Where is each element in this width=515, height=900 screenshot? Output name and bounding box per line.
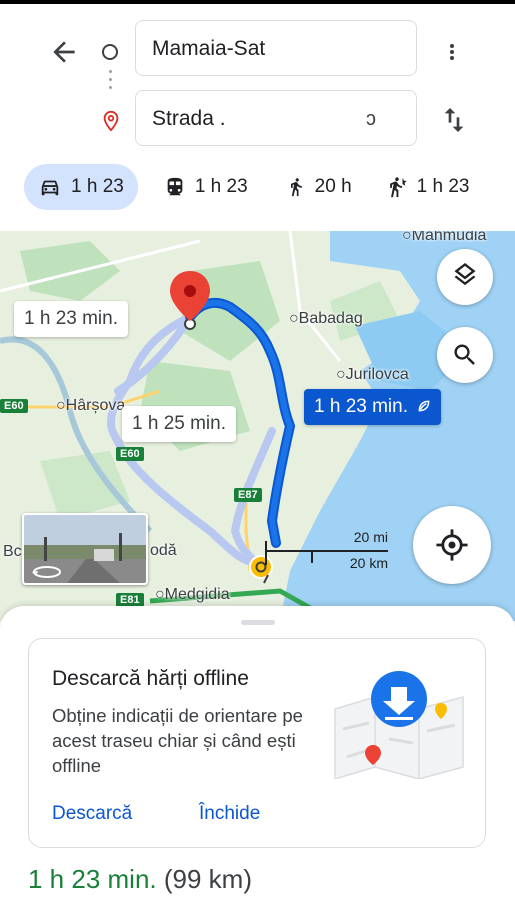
- destination-text: Strada .: [152, 107, 226, 130]
- sheet-drag-handle[interactable]: [241, 620, 275, 625]
- offline-card-body: Obține indicații de orientare pe acest t…: [52, 705, 303, 776]
- offline-map-illustration: [334, 671, 464, 779]
- tab-transit-label: 1 h 23: [194, 176, 248, 197]
- walk-icon: [290, 178, 302, 197]
- search-icon: [454, 344, 475, 365]
- road-shield-e87: E87: [234, 488, 262, 502]
- route-alt-label-2[interactable]: 1 h 25 min.: [122, 406, 236, 442]
- place-mahmudia[interactable]: ○Mahmudia: [402, 231, 486, 245]
- road-shield-e81: E81: [116, 593, 144, 607]
- offline-maps-card: Descarcă hărți offline Obține indicații …: [28, 638, 486, 848]
- summary-distance: (99 km): [163, 864, 252, 894]
- destination-tail: ɔ: [361, 108, 376, 130]
- route-alt-label-1[interactable]: 1 h 23 min.: [14, 301, 128, 337]
- origin-input[interactable]: Mamaia-Sat: [135, 20, 417, 76]
- my-location-button[interactable]: [413, 506, 491, 584]
- tab-rideshare-label: 1 h 23: [416, 176, 470, 197]
- close-button[interactable]: Închide: [199, 803, 260, 825]
- road-shield-e60: E60: [0, 399, 28, 413]
- rideshare-icon: [389, 177, 407, 198]
- map-view[interactable]: ○Mahmudia ○Babadag ○Jurilovca ○Hârșova ○…: [0, 231, 515, 621]
- destination-input[interactable]: Strada . ɔ: [135, 90, 417, 146]
- road-shield-e60: E60: [116, 447, 144, 461]
- place-medgidia[interactable]: ○Medgidia: [155, 586, 230, 604]
- tab-transit[interactable]: 1 h 23: [164, 164, 248, 210]
- tab-rideshare[interactable]: 1 h 23: [386, 164, 470, 210]
- scale-imperial: 20 mi: [353, 529, 388, 545]
- search-button[interactable]: [437, 327, 493, 383]
- fuel-efficient-leaf-icon: [418, 400, 430, 412]
- place-bc: Bc: [3, 543, 22, 560]
- scale-metric: 20 km: [349, 555, 388, 571]
- download-button[interactable]: Descarcă: [52, 803, 132, 825]
- back-arrow-icon[interactable]: [48, 36, 80, 68]
- layers-button[interactable]: [437, 249, 493, 305]
- layers-icon: [454, 263, 476, 286]
- street-view-thumbnail[interactable]: [22, 513, 148, 585]
- directions-header: Mamaia-Sat Strada . ɔ 1 h 23 1 h 23 20 h: [0, 4, 515, 230]
- map-scale: 20 mi 20 km: [264, 529, 390, 575]
- offline-card-title: Descarcă hărți offline: [52, 667, 249, 690]
- rotate-360-icon: [32, 566, 61, 578]
- location-crosshair-icon: [436, 529, 468, 561]
- swap-icon[interactable]: [438, 104, 470, 136]
- tab-car[interactable]: 1 h 23: [24, 164, 138, 210]
- place-oda: odă: [150, 542, 177, 559]
- destination-pin-icon: [103, 110, 119, 132]
- tab-car-label: 1 h 23: [71, 176, 124, 197]
- summary-time: 1 h 23 min.: [28, 864, 157, 894]
- tab-walk[interactable]: 20 h: [286, 164, 352, 210]
- travel-mode-tabs: 1 h 23 1 h 23 20 h 1 h 23: [24, 164, 469, 210]
- place-babadag[interactable]: ○Babadag: [289, 310, 363, 328]
- route-main-time: 1 h 23 min.: [314, 396, 408, 417]
- route-main-label[interactable]: 1 h 23 min.: [304, 389, 442, 425]
- tab-walk-label: 20 h: [314, 176, 352, 197]
- bottom-sheet[interactable]: Descarcă hărți offline Obține indicații …: [0, 606, 515, 900]
- place-harsova[interactable]: ○Hârșova: [56, 397, 125, 415]
- route-summary: 1 h 23 min. (99 km): [28, 864, 252, 895]
- route-dots-icon: [109, 70, 112, 94]
- car-icon: [41, 180, 59, 196]
- place-jurilovca[interactable]: ○Jurilovca: [336, 366, 409, 384]
- more-options-icon[interactable]: [440, 36, 464, 68]
- origin-circle-icon: [102, 44, 118, 60]
- train-icon: [167, 177, 183, 196]
